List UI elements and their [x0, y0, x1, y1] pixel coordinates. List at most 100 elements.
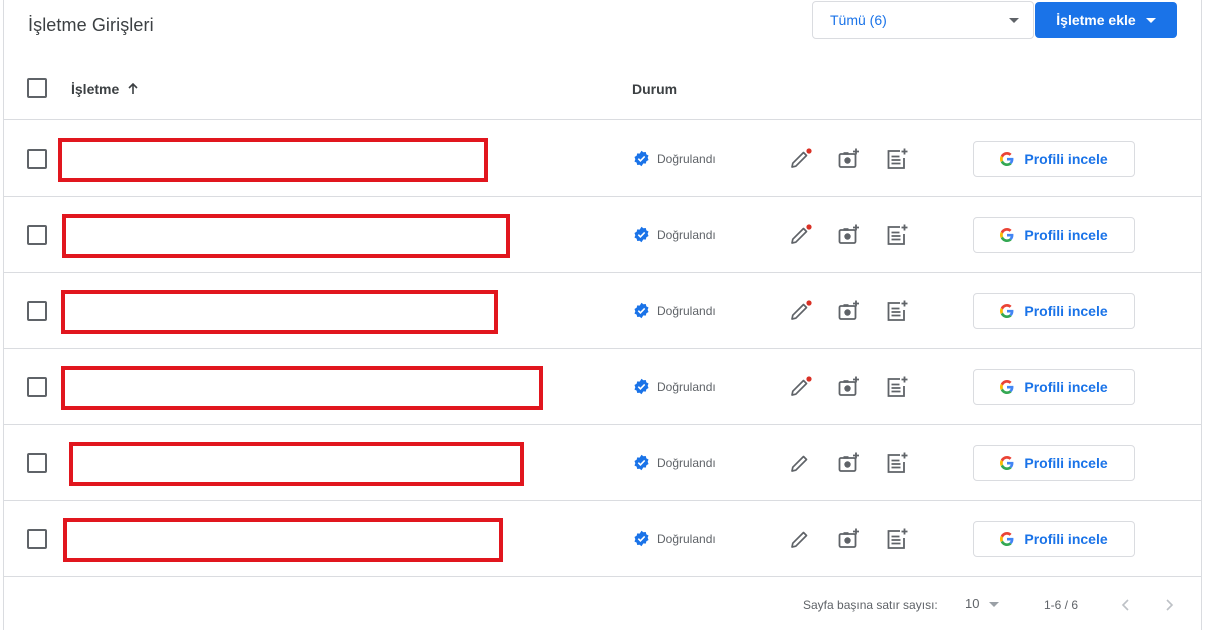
- add-photo-icon: [838, 148, 859, 168]
- google-g-icon: [1000, 152, 1014, 166]
- add-post-button[interactable]: [884, 450, 910, 476]
- pencil-icon: [791, 224, 812, 244]
- status-label: Doğrulandı: [657, 379, 716, 394]
- verified-badge-icon: [634, 454, 649, 471]
- column-header-status: Durum: [632, 81, 678, 97]
- edit-button[interactable]: [787, 374, 813, 400]
- caret-down-icon: [989, 602, 1000, 607]
- view-profile-button[interactable]: Profili incele: [973, 141, 1135, 177]
- add-post-icon: [887, 452, 908, 473]
- table-row: Doğrulandı Profili incele: [4, 425, 1201, 501]
- redacted-business-name: [58, 138, 488, 182]
- view-profile-button-label: Profili incele: [1024, 379, 1108, 395]
- rows-per-page-select[interactable]: 10: [965, 596, 1000, 611]
- select-all-checkbox[interactable]: [27, 78, 47, 98]
- add-photo-button[interactable]: [836, 450, 862, 476]
- add-photo-icon: [838, 300, 859, 320]
- redacted-business-name: [62, 214, 510, 258]
- view-profile-button-label: Profili incele: [1024, 303, 1108, 319]
- view-profile-button[interactable]: Profili incele: [973, 217, 1135, 253]
- add-photo-button[interactable]: [836, 222, 862, 248]
- view-profile-button[interactable]: Profili incele: [973, 293, 1135, 329]
- table-footer: Sayfa başına satır sayısı: 10 1-6 / 6: [4, 577, 1201, 630]
- verified-badge-icon: [634, 226, 649, 243]
- alert-dot: [806, 148, 812, 154]
- verified-badge-icon: [634, 378, 649, 395]
- row-checkbox[interactable]: [27, 149, 47, 169]
- edit-button[interactable]: [787, 526, 813, 552]
- pencil-icon: [791, 148, 812, 168]
- edit-button[interactable]: [787, 146, 813, 172]
- edit-button[interactable]: [787, 450, 813, 476]
- add-photo-button[interactable]: [836, 146, 862, 172]
- view-profile-button-label: Profili incele: [1024, 151, 1108, 167]
- add-post-icon: [887, 300, 908, 321]
- add-photo-button[interactable]: [836, 526, 862, 552]
- pencil-icon: [791, 376, 812, 396]
- add-post-icon: [887, 224, 908, 245]
- table-header: İşletme Durum: [4, 58, 1201, 120]
- table-row: Doğrulandı Profili incele: [4, 273, 1201, 349]
- table-row: Doğrulandı Profili incele: [4, 197, 1201, 273]
- edit-button[interactable]: [787, 298, 813, 324]
- add-business-button[interactable]: İşletme ekle: [1035, 2, 1177, 38]
- add-post-button[interactable]: [884, 374, 910, 400]
- row-checkbox[interactable]: [27, 453, 47, 473]
- view-profile-button-label: Profili incele: [1024, 531, 1108, 547]
- status-label: Doğrulandı: [657, 303, 716, 318]
- add-photo-icon: [838, 452, 859, 472]
- pencil-icon: [791, 300, 812, 320]
- add-photo-button[interactable]: [836, 374, 862, 400]
- add-photo-icon: [838, 528, 859, 548]
- row-checkbox[interactable]: [27, 225, 47, 245]
- redacted-business-name: [63, 518, 503, 562]
- add-post-button[interactable]: [884, 146, 910, 172]
- google-g-icon: [1000, 304, 1014, 318]
- view-profile-button-label: Profili incele: [1024, 455, 1108, 471]
- redacted-business-name: [61, 290, 498, 334]
- row-checkbox[interactable]: [27, 377, 47, 397]
- verified-badge-icon: [634, 150, 649, 167]
- column-header-business[interactable]: İşletme: [71, 81, 139, 97]
- alert-dot: [806, 224, 812, 230]
- caret-down-icon: [1009, 17, 1019, 23]
- verified-badge-icon: [634, 530, 649, 547]
- status-label: Doğrulandı: [657, 531, 716, 546]
- previous-page-button[interactable]: [1114, 593, 1138, 617]
- google-g-icon: [1000, 532, 1014, 546]
- add-post-button[interactable]: [884, 298, 910, 324]
- table-row: Doğrulandı Profili incele: [4, 501, 1201, 577]
- alert-dot: [806, 376, 812, 382]
- view-profile-button[interactable]: Profili incele: [973, 521, 1135, 557]
- row-checkbox[interactable]: [27, 529, 47, 549]
- view-profile-button-label: Profili incele: [1024, 227, 1108, 243]
- add-post-button[interactable]: [884, 526, 910, 552]
- pagination-range: 1-6 / 6: [1044, 598, 1079, 612]
- add-post-button[interactable]: [884, 222, 910, 248]
- status-badge: Doğrulandı: [633, 226, 716, 243]
- add-photo-button[interactable]: [836, 298, 862, 324]
- status-badge: Doğrulandı: [633, 150, 716, 167]
- add-post-icon: [887, 148, 908, 169]
- arrow-up-icon: [128, 83, 138, 94]
- add-photo-icon: [838, 376, 859, 396]
- row-checkbox[interactable]: [27, 301, 47, 321]
- google-g-icon: [1000, 228, 1014, 242]
- filter-dropdown[interactable]: Tümü (6): [812, 1, 1034, 39]
- business-listings-panel: İşletme Girişleri Tümü (6) İşletme ekle …: [3, 0, 1202, 630]
- status-badge: Doğrulandı: [633, 378, 716, 395]
- status-badge: Doğrulandı: [633, 454, 716, 471]
- status-badge: Doğrulandı: [633, 302, 716, 319]
- alert-dot: [806, 300, 812, 306]
- view-profile-button[interactable]: Profili incele: [973, 369, 1135, 405]
- add-photo-icon: [838, 224, 859, 244]
- chevron-right-icon: [1166, 599, 1174, 611]
- page-title: İşletme Girişleri: [28, 15, 154, 35]
- filter-dropdown-label: Tümü (6): [830, 12, 887, 28]
- edit-button[interactable]: [787, 222, 813, 248]
- view-profile-button[interactable]: Profili incele: [973, 445, 1135, 481]
- pencil-icon: [791, 455, 808, 472]
- table-row: Doğrulandı Profili incele: [4, 121, 1201, 197]
- add-post-icon: [887, 376, 908, 397]
- next-page-button[interactable]: [1157, 593, 1181, 617]
